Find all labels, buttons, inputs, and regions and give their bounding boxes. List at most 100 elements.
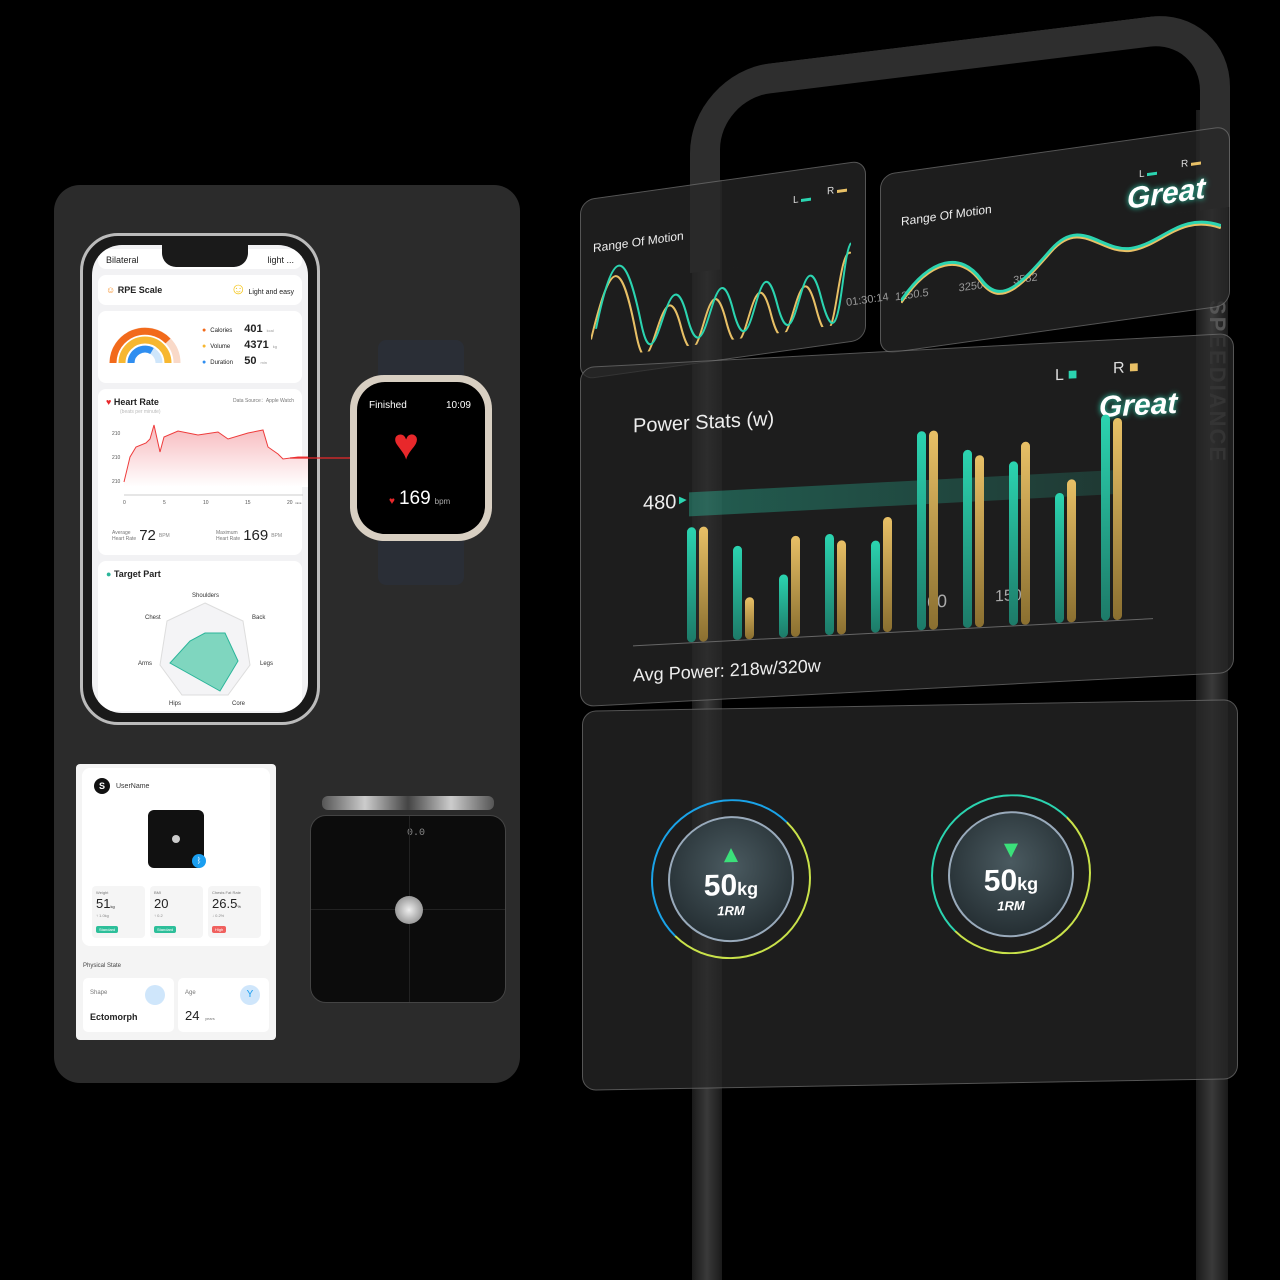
one-rep-max-gauge: ▲ 50kg 1RM [651,797,811,961]
bar-left [779,574,788,638]
radar-label: Core [232,701,246,707]
summary-list: ● Calories 401 kcal ● Volume 4371 kg ● Duration 50… [202,323,277,371]
x-tick: 15 [245,500,251,506]
legend-r-swatch: ■ [1129,358,1139,377]
avg-label: Heart Rate [112,535,137,542]
rpe-gauge [109,327,181,364]
legend-l-swatch: ▬ [1146,166,1157,180]
bar-left [687,526,696,643]
physical-state-title: Physical State [83,963,122,969]
radar-label: Back [252,615,266,621]
bar-left [733,545,742,641]
target-icon: ● [106,569,112,579]
arrow-up-icon: ▲ [719,840,743,868]
phone-notch [162,245,248,267]
bar-left [963,449,972,629]
scale-button[interactable] [395,896,423,924]
phone: Bilateral light ... ☺ RPE Scale ☺ Light a… [80,233,320,725]
scale-app-card: S UserName ᛒ Weight 51kg ↑ 1.0kg Standard BM… [76,764,276,1040]
one-rep-max-orb: ▼ 50kg 1RM [948,810,1074,939]
power-bars [687,398,1157,643]
wave-right [591,251,851,357]
bar-right [745,597,754,640]
heart-title: Heart Rate [113,397,159,407]
bar-right [929,429,938,630]
rpe-value: Light and easy [248,289,294,296]
shape-card: Shape Ectomorph [83,978,174,1032]
y-tick: 210 [112,431,121,437]
x-tick: 0 [123,500,126,506]
power-stats-panel: Power Stats (w) L ■ R ■ Great 480 ▶ 60 1… [580,332,1234,708]
summary-card: ● Calories 401 kcal ● Volume 4371 kg ● Duration 50… [98,311,302,383]
bpm-value: 169 [398,488,431,509]
bar-right [837,539,846,635]
age-unit: years [205,1016,215,1021]
status-badge: Standard [154,926,177,933]
avg-unit: BPM [158,532,170,539]
heart-icon: ♥ [106,397,112,407]
legend-l: L [793,194,799,207]
bpm-unit: bpm [434,497,451,506]
age-card: Age 24 years Y [178,978,269,1032]
status-badge: High [212,926,227,933]
watch-bpm: ♥ 169 bpm [389,488,450,510]
wave-left [901,220,1221,302]
radar-chart: Shoulders Back Legs Core Hips Arms Chest [138,593,273,707]
stat-delta: ↑ 1.0kg [96,913,109,918]
summary-label: Calories [210,328,233,334]
x-tick: 20 [287,500,293,506]
rm-label: 1RM [717,902,745,918]
bar-right [791,535,800,638]
one-rep-max-gauge: ▼ 50kg 1RM [931,792,1091,956]
emoji-icon: ☺ [230,281,247,298]
range-of-motion-panel-left: Range Of Motion L ▬ R ▬ [580,159,866,381]
scale-stat: Chests Fat Rate 26.5% ↓ 0.2% High [208,886,261,938]
avg-value: 72 [139,527,156,544]
heart-rate-chart: 210 210 210 0 5 10 15 20 mins [112,424,308,506]
bar-right [1021,441,1030,626]
radar-label: Chest [145,615,161,621]
scale-stat: Weight 51kg ↑ 1.0kg Standard [92,886,145,938]
y-tick: 210 [112,479,121,485]
bar-left [1055,492,1064,624]
y-tick: 210 [112,455,121,461]
legend-l: L [1139,168,1145,181]
rm-value: 50 [703,868,738,903]
heart-icon: ♥ [389,496,395,507]
x-tick: 5 [163,500,166,506]
one-rep-max-gauges: ▲ 50kg 1RM ▼ 50kg 1RM [583,700,1237,961]
summary-value: 401 [244,323,263,335]
heart-rate-card: ♥ Heart Rate (beats per minute) Data Sou… [98,389,308,555]
max-unit: BPM [271,532,283,539]
header-left: Bilateral [106,255,139,265]
radar-label: Arms [138,661,152,667]
phone-screen: Bilateral light ... ☺ RPE Scale ☺ Light a… [92,245,308,713]
stat-value: 20 [154,896,169,911]
sprout-icon: Y [240,985,260,1005]
username: UserName [116,783,150,790]
stat-unit: % [237,904,241,909]
rpe-card[interactable]: ☺ RPE Scale ☺ Light and easy [98,275,302,305]
legend-l-swatch: ▬ [800,192,811,206]
shape-value: Ectomorph [90,1012,138,1022]
average-heart-rate: Average Heart Rate 72 BPM [112,527,170,544]
reference-marker-icon: ▶ [679,494,687,506]
bar-right [975,454,984,628]
summary-icon: ● [202,359,207,366]
stat-value: 26.5 [212,896,238,911]
bar-left [917,430,926,631]
rpe-title: RPE Scale [117,285,163,295]
bar-left [1009,461,1018,626]
bar-right [883,516,892,633]
summary-label: Duration [210,360,233,366]
summary-label: Volume [210,344,231,350]
bluetooth-icon: ᛒ [192,854,206,868]
x-unit: mins [295,501,302,505]
bar-left [1101,414,1110,621]
stat-unit: kg [110,904,115,909]
stat-value: 51 [96,896,111,911]
one-rep-max-panel: ▲ 50kg 1RM ▼ 50kg 1RM [582,699,1238,1091]
arrow-down-icon: ▼ [999,835,1023,863]
age-value: 24 [185,1008,200,1023]
heart-icon: ♥ [393,420,420,469]
